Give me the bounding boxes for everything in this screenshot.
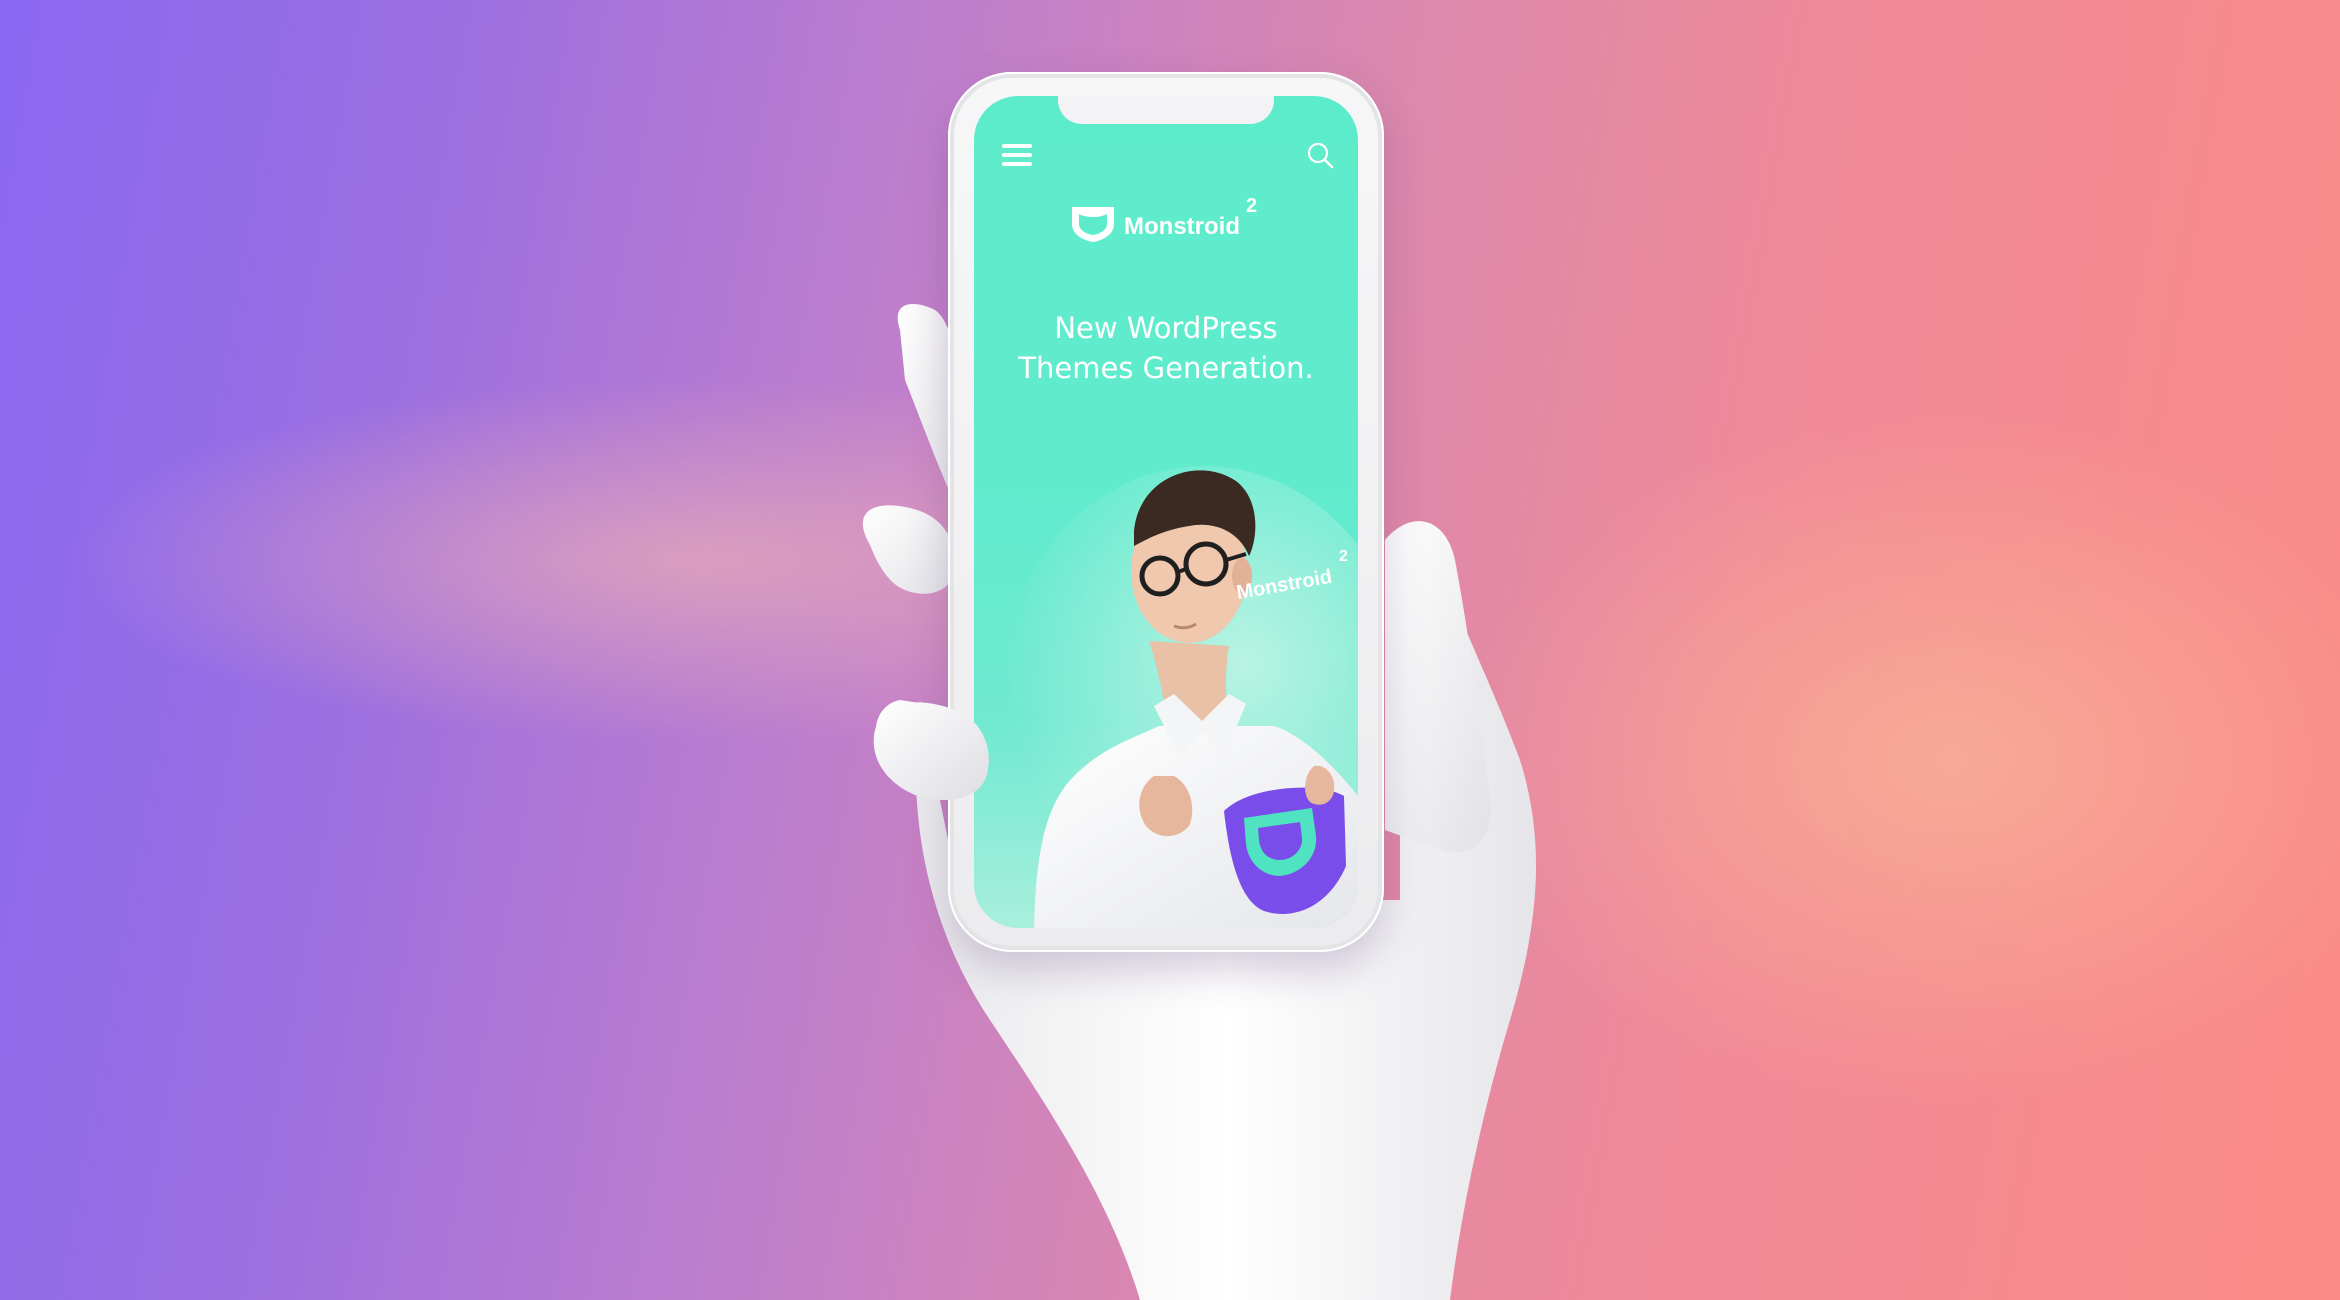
shield-logo-icon xyxy=(1072,207,1114,242)
search-icon[interactable] xyxy=(1304,140,1336,172)
phone-notch xyxy=(1058,96,1274,124)
shirt-brand-superscript: 2 xyxy=(1339,548,1348,565)
headline-line-2: Themes Generation. xyxy=(1018,351,1314,385)
headline-line-1: New WordPress xyxy=(1054,311,1278,345)
hamburger-menu-icon[interactable] xyxy=(1002,144,1032,170)
phone-screen: Monstroid 2 New WordPress Themes Generat… xyxy=(974,96,1358,928)
site-logo[interactable]: Monstroid 2 xyxy=(1070,194,1257,244)
hero-headline: New WordPress Themes Generation. xyxy=(974,308,1358,388)
brand-name: Monstroid xyxy=(1124,213,1240,240)
brand-superscript: 2 xyxy=(1245,195,1258,217)
hero-illustration xyxy=(1004,466,1358,928)
smartphone-frame: Monstroid 2 New WordPress Themes Generat… xyxy=(948,72,1384,952)
